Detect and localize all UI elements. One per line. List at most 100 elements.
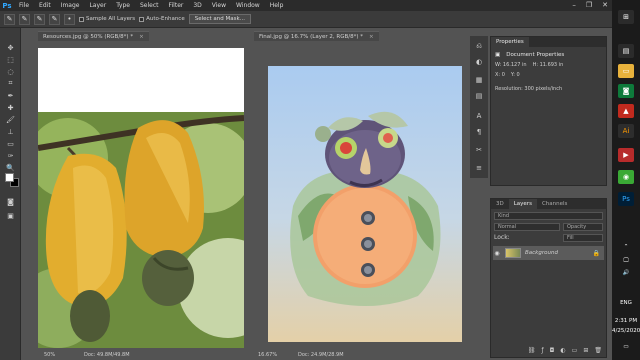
- lasso-tool-icon[interactable]: ◌: [4, 66, 17, 77]
- right-zoom-level[interactable]: 16.67%: [258, 351, 277, 359]
- tab-channels[interactable]: Channels: [537, 199, 572, 209]
- healing-brush-tool-icon[interactable]: ✚: [4, 102, 17, 113]
- pen-tool-icon[interactable]: ✑: [4, 150, 17, 161]
- new-layer-icon[interactable]: ⊞: [583, 347, 588, 354]
- new-selection-icon[interactable]: ✎: [19, 13, 30, 25]
- visibility-eye-icon[interactable]: ◉: [493, 250, 501, 257]
- menu-edit[interactable]: Edit: [34, 0, 56, 11]
- tab-resources-document[interactable]: Resources.jpg @ 50% (RGB/8*) * ×: [38, 31, 149, 41]
- task-view-icon[interactable]: ▤: [618, 44, 634, 58]
- tab-properties[interactable]: Properties: [491, 37, 529, 47]
- menu-select[interactable]: Select: [135, 0, 164, 11]
- color-icon[interactable]: ▦: [474, 76, 484, 86]
- menu-layer[interactable]: Layer: [84, 0, 111, 11]
- subtract-from-selection-icon[interactable]: ✎: [49, 13, 60, 25]
- width-value[interactable]: W: 16.127 in: [495, 62, 527, 68]
- notifications-icon[interactable]: ▭: [612, 344, 640, 350]
- blend-mode-select[interactable]: Normal: [494, 223, 560, 231]
- crop-tool-icon[interactable]: ⌗: [4, 78, 17, 89]
- adjustment-layer-icon[interactable]: ◐: [560, 347, 565, 354]
- file-explorer-icon[interactable]: ▭: [618, 64, 634, 78]
- close-tab-icon[interactable]: ×: [139, 34, 144, 40]
- tools-preset-icon[interactable]: ✂: [474, 146, 484, 156]
- height-value[interactable]: H: 11.693 in: [533, 62, 564, 68]
- media-player-icon[interactable]: ▶: [618, 148, 634, 162]
- add-mask-icon[interactable]: ◘: [550, 347, 555, 354]
- final-canvas[interactable]: [268, 66, 462, 342]
- menu-file[interactable]: File: [14, 0, 34, 11]
- photoshop-taskbar-icon[interactable]: Ps: [618, 192, 634, 206]
- delete-layer-icon[interactable]: 🗑: [594, 347, 602, 354]
- network-icon[interactable]: 🖵: [612, 258, 640, 265]
- add-to-selection-icon[interactable]: ✎: [34, 13, 45, 25]
- adjustments-icon[interactable]: ◐: [474, 58, 484, 68]
- clock-date[interactable]: 4/25/2020: [612, 328, 640, 334]
- start-icon[interactable]: ⊞: [618, 10, 634, 24]
- menu-filter[interactable]: Filter: [164, 0, 189, 11]
- store-icon[interactable]: ◙: [618, 84, 634, 98]
- volume-icon[interactable]: 🔊: [612, 270, 640, 276]
- auto-enhance-checkbox[interactable]: Auto-Enhance: [139, 16, 185, 22]
- screen-mode-icon[interactable]: ▣: [4, 210, 17, 221]
- layer-name[interactable]: Background: [525, 250, 558, 256]
- brush-size-picker[interactable]: •: [64, 13, 75, 25]
- foreground-color-swatch[interactable]: [5, 173, 14, 182]
- eyedropper-tool-icon[interactable]: ✒: [4, 90, 17, 101]
- properties-panel: Properties ▣ Document Properties W: 16.1…: [490, 36, 607, 186]
- menu-type[interactable]: Type: [111, 0, 135, 11]
- menu-3d[interactable]: 3D: [188, 0, 206, 11]
- auto-enhance-box[interactable]: [139, 16, 145, 22]
- menu-image[interactable]: Image: [56, 0, 85, 11]
- character-icon[interactable]: A: [474, 112, 484, 122]
- quick-mask-icon[interactable]: ◙: [4, 196, 17, 207]
- sample-all-layers-checkbox[interactable]: Sample All Layers: [79, 16, 135, 22]
- swatches-icon[interactable]: ▤: [474, 92, 484, 102]
- illustrator-icon[interactable]: Ai: [618, 124, 634, 138]
- tab-final-document[interactable]: Final.jpg @ 16.7% (Layer 2, RGB/8*) * ×: [254, 31, 379, 41]
- language-indicator[interactable]: ENG: [612, 300, 640, 306]
- menu-view[interactable]: View: [207, 0, 231, 11]
- move-tool-icon[interactable]: ✥: [4, 42, 17, 53]
- link-layers-icon[interactable]: ⛓: [528, 347, 536, 354]
- windows-taskbar: ⊞ ▤ ▭ ◙ ▲ Ai ▶ ◉ Ps ⌃ 🖵 🔊 ENG 2:31 PM 4/…: [612, 0, 640, 360]
- tab-layers[interactable]: Layers: [508, 199, 537, 209]
- x-value[interactable]: X: 0: [495, 72, 505, 78]
- layer-style-icon[interactable]: ƒ: [542, 347, 544, 354]
- tray-chevron-icon[interactable]: ⌃: [612, 244, 640, 250]
- tab-3d[interactable]: 3D: [491, 199, 509, 209]
- group-icon[interactable]: ▭: [572, 347, 578, 354]
- layer-thumbnail: [505, 248, 521, 258]
- clone-stamp-tool-icon[interactable]: ⊥: [4, 126, 17, 137]
- brush-tool-icon[interactable]: 🖌: [4, 114, 17, 125]
- sample-all-layers-box[interactable]: [79, 16, 84, 22]
- resources-canvas[interactable]: [38, 48, 244, 348]
- layer-row-background[interactable]: ◉ Background 🔒: [493, 246, 604, 260]
- left-zoom-level[interactable]: 50%: [44, 351, 55, 359]
- eraser-tool-icon[interactable]: ▭: [4, 138, 17, 149]
- acrobat-icon[interactable]: ▲: [618, 104, 634, 118]
- clock-time[interactable]: 2:31 PM: [612, 318, 640, 324]
- photoshop-logo[interactable]: Ps: [0, 0, 14, 11]
- brush-settings-icon[interactable]: ≡: [474, 164, 484, 174]
- restore-button[interactable]: ❐: [586, 0, 592, 11]
- minimize-button[interactable]: –: [572, 0, 576, 11]
- app-icon[interactable]: ◉: [618, 170, 634, 184]
- marquee-tool-icon[interactable]: ⬚: [4, 54, 17, 65]
- opacity-field[interactable]: Opacity: [563, 223, 603, 231]
- tools-panel: ✥ ⬚ ◌ ⌗ ✒ ✚ 🖌 ⊥ ▭ ✑ T 🔍 ◙ ▣: [0, 28, 21, 360]
- close-tab-icon[interactable]: ×: [369, 34, 374, 40]
- paragraph-icon[interactable]: ¶: [474, 128, 484, 138]
- close-button[interactable]: ✕: [602, 0, 608, 11]
- cashew-photo: [38, 48, 244, 348]
- layer-kind-filter[interactable]: Kind: [494, 212, 603, 220]
- menu-help[interactable]: Help: [265, 0, 289, 11]
- select-and-mask-button[interactable]: Select and Mask...: [188, 14, 251, 24]
- fill-field[interactable]: Fill: [563, 234, 603, 242]
- document-properties-icon: ▣: [495, 52, 501, 58]
- quick-selection-tool-icon[interactable]: ✎: [4, 13, 15, 25]
- history-icon[interactable]: ⎌: [474, 42, 484, 52]
- zoom-tool-icon[interactable]: 🔍: [4, 162, 17, 173]
- y-value[interactable]: Y: 0: [511, 72, 520, 78]
- sample-all-layers-label: Sample All Layers: [86, 16, 136, 22]
- menu-window[interactable]: Window: [231, 0, 265, 11]
